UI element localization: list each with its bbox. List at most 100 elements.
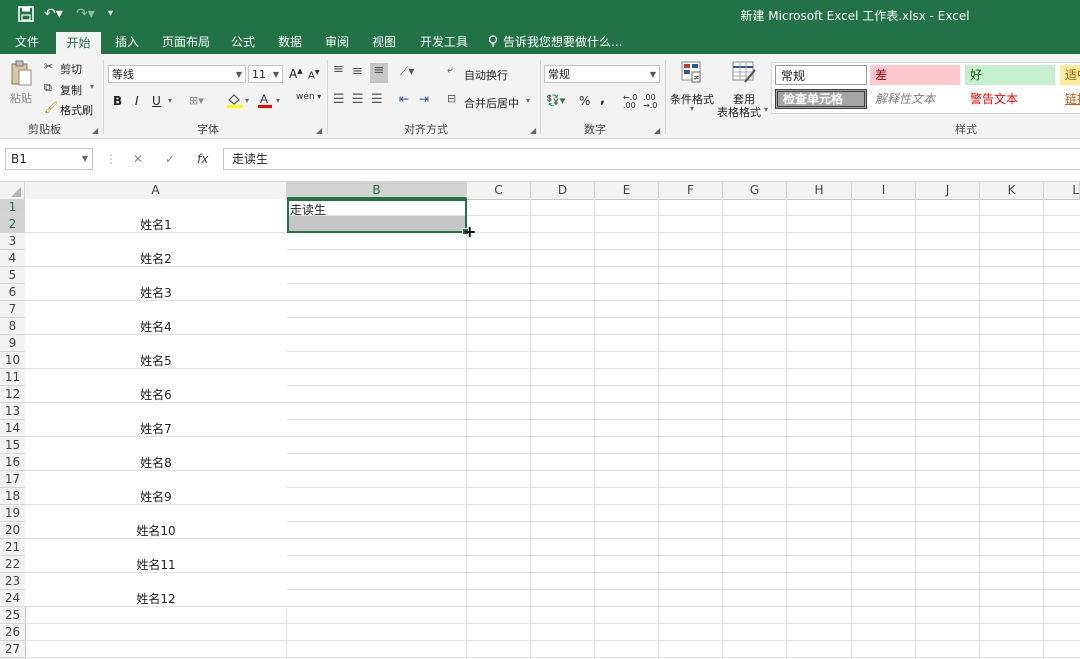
row-header[interactable]: 3 <box>0 233 25 250</box>
currency-icon[interactable]: 💱▾ <box>546 94 565 107</box>
style-normal[interactable]: 常规 <box>775 65 867 85</box>
row-header[interactable]: 19 <box>0 505 25 522</box>
row-header[interactable]: 16 <box>0 454 25 471</box>
number-format-select[interactable]: 常规 ▼ <box>544 65 660 83</box>
bold-button[interactable]: B <box>113 94 122 108</box>
row-header[interactable]: 27 <box>0 641 25 658</box>
tab-page-layout[interactable]: 页面布局 <box>162 35 210 49</box>
format-as-table-line2[interactable]: 表格格式 <box>717 104 761 120</box>
number-launcher-icon[interactable]: ◢ <box>654 126 660 135</box>
customize-icon[interactable]: ▾ <box>108 6 113 22</box>
row-header[interactable]: 4 <box>0 250 25 267</box>
wrap-text-icon[interactable]: ⤶ <box>447 63 453 77</box>
cut-icon[interactable]: ✂ <box>44 60 53 73</box>
grow-font-button[interactable]: A▲ <box>289 67 303 81</box>
cell-a[interactable]: 姓名4 <box>25 301 287 335</box>
row-header[interactable]: 22 <box>0 556 25 573</box>
row-header[interactable]: 23 <box>0 573 25 590</box>
cell-a[interactable]: 姓名2 <box>25 233 287 267</box>
percent-button[interactable]: % <box>579 94 590 108</box>
style-neutral[interactable]: 适中 <box>1060 65 1080 85</box>
conditional-formatting-icon[interactable]: ≠ <box>680 60 704 87</box>
copy-icon[interactable]: ⧉ <box>44 81 52 95</box>
cell-a[interactable]: 姓名11 <box>25 539 287 573</box>
redo-icon[interactable]: ↷▾ <box>76 6 95 22</box>
orientation-icon[interactable]: ⟋▾ <box>400 64 414 79</box>
font-size-select[interactable]: 11 ▼ <box>248 65 283 83</box>
style-explanatory[interactable]: 解释性文本 <box>870 89 960 109</box>
format-painter-icon[interactable]: 🖌 <box>44 101 58 114</box>
cell-a[interactable]: 姓名5 <box>25 335 287 369</box>
underline-dropdown-icon[interactable]: ▾ <box>168 96 172 105</box>
column-header-g[interactable]: G <box>723 182 787 199</box>
style-check-cell[interactable]: 检查单元格 <box>775 89 867 109</box>
shrink-font-button[interactable]: A▼ <box>308 69 319 81</box>
row-header[interactable]: 1 <box>0 199 25 216</box>
wrap-text-button[interactable]: 自动换行 <box>464 67 508 83</box>
merge-center-button[interactable]: 合并后居中 <box>464 95 519 111</box>
row-header[interactable]: 26 <box>0 624 25 641</box>
row-header[interactable]: 5 <box>0 267 25 284</box>
style-good[interactable]: 好 <box>965 65 1055 85</box>
phonetic-guide-button[interactable]: wén ▾ <box>296 92 321 102</box>
row-header[interactable]: 7 <box>0 301 25 318</box>
column-header-j[interactable]: J <box>916 182 980 199</box>
paste-icon[interactable] <box>10 60 32 89</box>
style-warning[interactable]: 警告文本 <box>965 89 1055 109</box>
cut-button[interactable]: 剪切 <box>60 61 82 77</box>
column-header-c[interactable]: C <box>467 182 531 199</box>
column-header-b[interactable]: B <box>287 182 467 199</box>
row-header[interactable]: 12 <box>0 386 25 403</box>
row-header[interactable]: 11 <box>0 369 25 386</box>
align-top-icon[interactable]: ≡ <box>333 62 344 77</box>
tab-file[interactable]: 文件 <box>15 35 39 49</box>
tab-home[interactable]: 开始 <box>56 32 101 54</box>
underline-button[interactable]: U <box>152 94 161 108</box>
tell-me-search[interactable]: 告诉我您想要做什么... <box>503 35 622 49</box>
formula-input[interactable]: 走读生 <box>223 148 1080 170</box>
chevron-down-icon[interactable]: ▼ <box>82 149 88 169</box>
row-header[interactable]: 25 <box>0 607 25 624</box>
format-as-table-dropdown-icon[interactable]: ▾ <box>764 105 768 114</box>
style-bad[interactable]: 差 <box>870 65 960 85</box>
align-right-icon[interactable]: ☰ <box>371 92 383 107</box>
column-header-l[interactable]: L <box>1044 182 1080 199</box>
increase-indent-icon[interactable]: ⇥ <box>419 92 429 106</box>
tab-insert[interactable]: 插入 <box>115 35 139 49</box>
fill-color-icon[interactable] <box>226 92 244 111</box>
merge-center-dropdown-icon[interactable]: ▾ <box>526 96 530 105</box>
align-bottom-icon[interactable]: ≡ <box>370 63 388 83</box>
tab-review[interactable]: 审阅 <box>325 35 349 49</box>
tab-formulas[interactable]: 公式 <box>231 35 255 49</box>
italic-button[interactable]: I <box>135 94 139 108</box>
enter-icon[interactable]: ✓ <box>165 152 175 166</box>
decrease-indent-icon[interactable]: ⇤ <box>399 92 409 106</box>
column-header-f[interactable]: F <box>659 182 723 199</box>
row-header[interactable]: 15 <box>0 437 25 454</box>
cell-b1[interactable]: 走读生 <box>290 201 326 218</box>
column-header-d[interactable]: D <box>531 182 595 199</box>
align-left-icon[interactable]: ☰ <box>333 92 345 107</box>
row-header[interactable]: 14 <box>0 420 25 437</box>
font-name-select[interactable]: 等线 ▼ <box>108 65 246 83</box>
style-link[interactable]: 链接 <box>1060 89 1080 109</box>
row-header[interactable]: 6 <box>0 284 25 301</box>
column-header-e[interactable]: E <box>595 182 659 199</box>
cell-a[interactable]: 姓名7 <box>25 403 287 437</box>
alignment-launcher-icon[interactable]: ◢ <box>530 126 536 135</box>
comma-style-button[interactable]: , <box>600 92 605 107</box>
column-header-h[interactable]: H <box>787 182 852 199</box>
column-header-i[interactable]: I <box>852 182 916 199</box>
increase-decimal-icon[interactable]: ←.0.00 <box>623 94 637 110</box>
align-middle-icon[interactable]: ≡ <box>352 64 363 79</box>
row-header[interactable]: 13 <box>0 403 25 420</box>
cell-a[interactable]: 姓名10 <box>25 505 287 539</box>
worksheet-grid[interactable]: 姓名1 姓名2 姓名3 姓名4 姓名5 姓名6 姓名7 姓名8 姓名9 姓名10 姓名11 姓名12 … <box>25 199 1080 659</box>
font-color-dropdown-icon[interactable]: ▾ <box>276 96 280 105</box>
column-header-a[interactable]: A <box>25 182 287 199</box>
copy-dropdown-icon[interactable]: ▾ <box>90 82 94 91</box>
row-header[interactable]: 18 <box>0 488 25 505</box>
tab-view[interactable]: 视图 <box>372 35 396 49</box>
tab-data[interactable]: 数据 <box>278 35 302 49</box>
cell-a[interactable]: 姓名3 <box>25 267 287 301</box>
